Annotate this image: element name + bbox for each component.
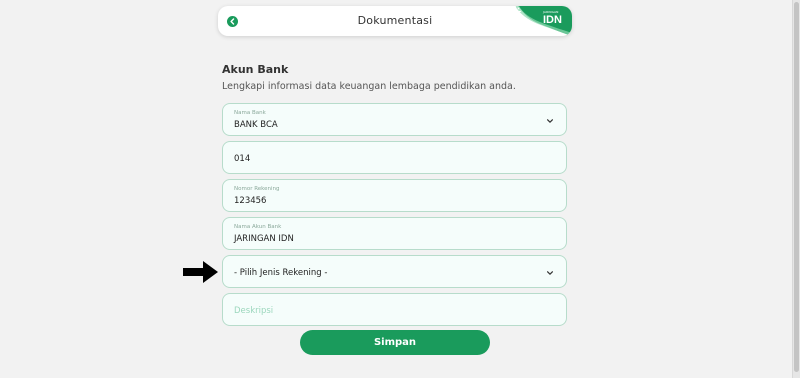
chevron-down-icon	[547, 119, 553, 123]
sun-icon	[510, 6, 521, 17]
chevron-down-icon	[547, 271, 553, 275]
bank-code-value: 014	[234, 154, 251, 164]
account-name-value: JARINGAN IDN	[234, 234, 294, 244]
bank-name-select[interactable]: Nama Bank BANK BCA	[222, 103, 567, 136]
account-name-field[interactable]: Nama Akun Bank JARINGAN IDN	[222, 217, 567, 250]
scrollbar-thumb[interactable]	[794, 2, 799, 372]
brand-logo: JARINGAN IDN	[510, 6, 572, 36]
account-name-label: Nama Akun Bank	[234, 224, 282, 230]
logo-main-text: IDN	[543, 14, 562, 26]
section-description: Lengkapi informasi data keuangan lembaga…	[222, 81, 516, 92]
account-number-field[interactable]: Nomor Rekening 123456	[222, 179, 567, 212]
account-number-value: 123456	[234, 196, 267, 206]
scrollbar[interactable]	[792, 0, 800, 378]
bank-name-value: BANK BCA	[234, 120, 278, 130]
bank-code-field[interactable]: 014	[222, 141, 567, 174]
account-type-select[interactable]: - Pilih Jenis Rekening -	[222, 255, 567, 288]
header-bar: Dokumentasi JARINGAN IDN	[218, 6, 572, 36]
arrow-right-icon	[183, 261, 218, 283]
section-title: Akun Bank	[222, 63, 289, 76]
account-number-label: Nomor Rekening	[234, 186, 280, 192]
account-type-value: - Pilih Jenis Rekening -	[234, 268, 328, 278]
description-placeholder: Deskripsi	[234, 306, 274, 316]
save-button[interactable]: Simpan	[300, 330, 490, 355]
description-field[interactable]: Deskripsi	[222, 293, 567, 326]
bank-name-label: Nama Bank	[234, 110, 266, 116]
